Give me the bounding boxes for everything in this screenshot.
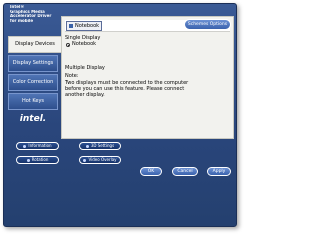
sidebar-item-display-devices[interactable]: Display Devices [8, 36, 61, 53]
sidebar-item-color-correction[interactable]: Color Correction [8, 74, 58, 91]
rotation-button-label: Rotation [31, 157, 49, 162]
3d-settings-button-label: 3D Settings [90, 143, 115, 148]
schemes-options-button[interactable]: Schemes Options [184, 19, 231, 30]
note-label: Note: [65, 73, 79, 79]
info-icon [23, 144, 27, 148]
information-button-label: Information [28, 143, 52, 148]
video-overlay-button-label: Video Overlay [88, 157, 117, 162]
sidebar-item-label: Display Settings [12, 60, 54, 66]
rotation-icon [26, 158, 30, 162]
ok-button[interactable]: OK [140, 167, 162, 176]
cancel-button[interactable]: Cancel [172, 167, 198, 176]
notebook-radio-label: Notebook [72, 41, 97, 47]
note-text-line: another display. [65, 92, 105, 98]
information-button[interactable]: Information [16, 142, 59, 150]
intel-gma-window: Intel® Graphics Media Accelerator Driver… [3, 3, 237, 227]
sidebar-item-label: Color Correction [12, 79, 54, 85]
notebook-icon [69, 23, 73, 28]
intel-logo: intel. [19, 114, 47, 124]
3d-icon [85, 144, 89, 148]
sidebar-item-display-settings[interactable]: Display Settings [8, 55, 58, 72]
tab-label: Notebook [75, 23, 100, 29]
sidebar-item-label: Display Devices [15, 41, 55, 47]
tab-notebook[interactable]: Notebook [66, 21, 103, 31]
video-overlay-button[interactable]: Video Overlay [79, 156, 121, 164]
sidebar-item-hot-keys[interactable]: Hot Keys [8, 93, 58, 110]
notebook-radio[interactable] [66, 43, 70, 47]
apply-button[interactable]: Apply [207, 167, 231, 176]
multiple-display-heading: Multiple Display [65, 65, 105, 71]
3d-settings-button[interactable]: 3D Settings [79, 142, 121, 150]
video-icon [83, 158, 87, 162]
content-panel: Notebook Schemes Options Single Display … [61, 16, 234, 139]
sidebar-item-label: Hot Keys [21, 98, 45, 104]
rotation-button[interactable]: Rotation [16, 156, 59, 164]
